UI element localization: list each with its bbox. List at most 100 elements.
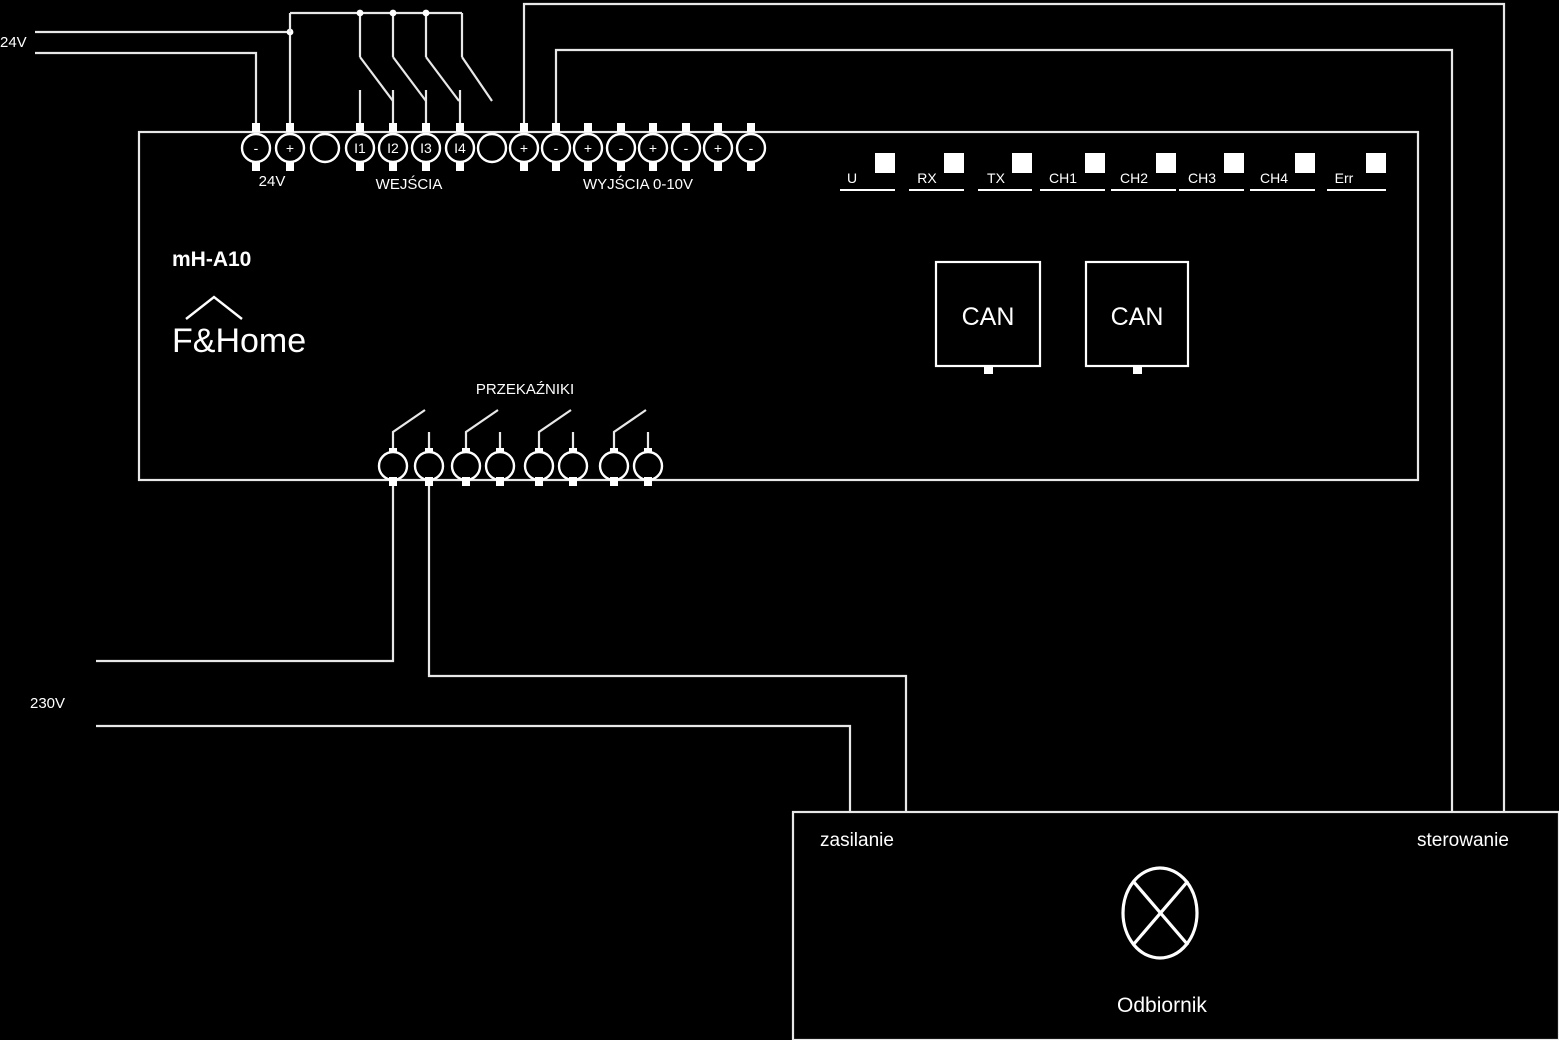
- terminal-11[interactable]: -: [605, 123, 637, 171]
- section-label-analog-outputs: WYJŚCIA 0-10V: [583, 175, 693, 193]
- led-group-2: TX: [978, 153, 1032, 191]
- terminal-4[interactable]: I2: [377, 123, 409, 171]
- wire-230v-neutral-to-load: [96, 724, 852, 812]
- relay-group-2: [537, 409, 575, 455]
- terminal-label: I3: [420, 140, 432, 156]
- junction-dot-sw2: [389, 9, 397, 17]
- relay-group-3: [612, 409, 650, 455]
- relay-group-1: [464, 409, 502, 455]
- device-body: [137, 130, 1420, 482]
- load-name-label: Odbiornik: [1117, 994, 1207, 1017]
- terminal-0[interactable]: -: [240, 123, 272, 171]
- terminal-label: +: [286, 140, 294, 156]
- brand-name-label: F&Home: [172, 322, 306, 360]
- terminal-2[interactable]: [309, 132, 341, 164]
- can-tab: [984, 366, 993, 374]
- section-label-relays: PRZEKAŹNIKI: [476, 381, 574, 398]
- terminal-5[interactable]: I3: [410, 123, 442, 171]
- can-label: CAN: [1111, 303, 1164, 331]
- terminal-label: -: [619, 140, 624, 156]
- led-indicator: [1156, 153, 1176, 173]
- wire-24v-minus: [35, 51, 258, 130]
- led-indicator: [1085, 153, 1105, 173]
- load-control-label: sterowanie: [1417, 830, 1509, 851]
- wire-relay-to-load: [427, 486, 908, 812]
- led-indicator: [875, 153, 895, 173]
- terminal-label: +: [584, 140, 592, 156]
- led-group-4: CH2: [1111, 153, 1176, 191]
- can-label: CAN: [962, 303, 1015, 331]
- led-label: CH2: [1120, 170, 1148, 186]
- wiring-diagram-canvas: 24V - + I1 I2 I3 I4 + - + - + - + - 24V …: [0, 0, 1559, 1040]
- led-indicator-row: U RX TX CH1 CH2 CH3 CH4 Err: [840, 153, 1386, 191]
- terminal-label: +: [520, 140, 528, 156]
- terminal-13[interactable]: -: [670, 123, 702, 171]
- terminal-10[interactable]: +: [572, 123, 604, 171]
- terminal-14[interactable]: +: [702, 123, 734, 171]
- led-group-3: CH1: [1040, 153, 1105, 191]
- load-box-group: zasilanie sterowanie Odbiornik: [791, 810, 1559, 1040]
- terminal-label: I2: [387, 140, 399, 156]
- switch-contact-2: [392, 56, 427, 102]
- junction-dot-sw3: [422, 9, 430, 17]
- label-24v-rail: 24V: [0, 34, 27, 51]
- relay-contact-0: [391, 409, 426, 455]
- led-label: Err: [1335, 170, 1354, 186]
- terminal-8[interactable]: +: [508, 123, 540, 171]
- led-label: TX: [987, 170, 1006, 186]
- terminal-label: I1: [354, 140, 366, 156]
- can-port-1[interactable]: CAN: [1084, 260, 1190, 374]
- led-label: CH1: [1049, 170, 1077, 186]
- supply-24v-group: 24V: [0, 28, 294, 130]
- led-group-1: RX: [909, 153, 964, 191]
- wire-control-plus: [522, 2, 1506, 812]
- switch-contact-4: [461, 56, 493, 102]
- label-230v-rail: 230V: [30, 695, 65, 712]
- terminal-3[interactable]: I1: [344, 123, 376, 171]
- terminal-label: +: [714, 140, 722, 156]
- switch-contact-3: [425, 56, 460, 102]
- relay-contact-2: [537, 409, 572, 455]
- led-label: CH3: [1188, 170, 1216, 186]
- wire-24v-plus: [35, 30, 292, 130]
- led-indicator: [1366, 153, 1386, 173]
- terminal-label: +: [649, 140, 657, 156]
- can-port-0[interactable]: CAN: [934, 260, 1042, 374]
- led-indicator: [944, 153, 964, 173]
- junction-dot-sw1: [356, 9, 364, 17]
- terminal-label: -: [554, 140, 559, 156]
- section-label-inputs: WEJŚCIA: [376, 175, 443, 193]
- can-tab: [1133, 366, 1142, 374]
- led-group-6: CH4: [1250, 153, 1315, 191]
- switch-contact-1: [359, 56, 394, 102]
- load-power-label: zasilanie: [820, 830, 894, 851]
- lamp-cross-icon: [1121, 866, 1199, 960]
- terminal-1[interactable]: +: [274, 123, 306, 171]
- led-label: RX: [917, 170, 937, 186]
- led-indicator: [1295, 153, 1315, 173]
- terminal-strip-top: - + I1 I2 I3 I4 + - + - + - + -: [240, 123, 767, 171]
- section-label-24v: 24V: [259, 173, 286, 190]
- terminal-6[interactable]: I4: [444, 123, 476, 171]
- led-label: CH4: [1260, 170, 1288, 186]
- terminal-label: -: [684, 140, 689, 156]
- diagram-svg: 24V - + I1 I2 I3 I4 + - + - + - + - 24V …: [0, 2, 1559, 1040]
- control-wires-group: [522, 2, 1506, 812]
- terminal-15[interactable]: -: [735, 123, 767, 171]
- terminal-label: -: [749, 140, 754, 156]
- wire-relay-to-230v: [96, 486, 395, 663]
- input-switch-bus-group: [288, 9, 493, 130]
- led-indicator: [1224, 153, 1244, 173]
- led-group-0: U: [840, 153, 895, 191]
- led-group-5: CH3: [1179, 153, 1244, 191]
- device-model-label: mH-A10: [172, 248, 251, 271]
- roof-chevron-icon: [185, 295, 243, 320]
- terminal-7[interactable]: [476, 132, 508, 164]
- terminal-label: I4: [454, 140, 466, 156]
- relay-group-0: [391, 409, 431, 455]
- terminal-12[interactable]: +: [637, 123, 669, 171]
- terminal-9[interactable]: -: [540, 123, 572, 171]
- led-group-7: Err: [1327, 153, 1386, 191]
- brand-logo: F&Home: [172, 295, 306, 360]
- wire-control-minus: [554, 48, 1454, 812]
